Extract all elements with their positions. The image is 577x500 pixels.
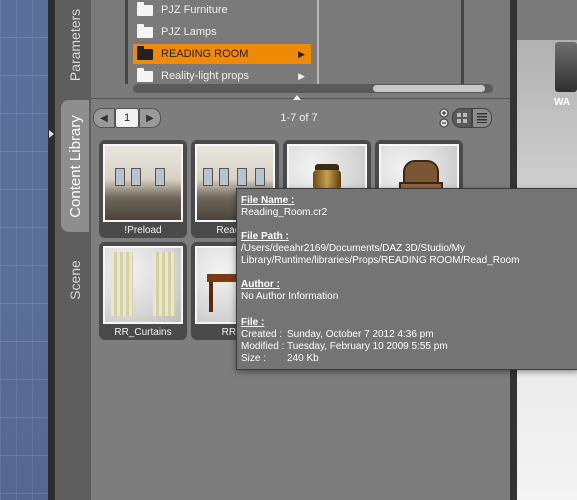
folder-item[interactable]: PJZ Furniture	[133, 0, 311, 20]
vertical-tab-strip: Parameters Content Library Scene	[55, 0, 91, 500]
tab-scene[interactable]: Scene	[61, 240, 89, 320]
modified-value: Tuesday, February 10 2009 5:55 pm	[287, 341, 448, 352]
created-key: Created :	[241, 329, 283, 340]
next-page-button[interactable]: ▶	[139, 108, 161, 128]
previous-page-button[interactable]: ◀	[93, 108, 115, 128]
page-number-field[interactable]: 1	[115, 108, 139, 128]
thumbnail-caption: RR_Curtains	[114, 327, 172, 338]
list-view-icon	[477, 113, 487, 123]
file-path-heading: File Path :	[241, 231, 289, 242]
folder-tree[interactable]: PJZ Furniture PJZ Lamps READING ROOM ▶ R…	[91, 0, 510, 99]
list-view-button[interactable]	[472, 108, 492, 128]
folder-icon	[137, 1, 153, 16]
viewport-3d[interactable]	[0, 0, 48, 500]
file-name-value: Reading_Room.cr2	[241, 207, 328, 218]
thumbnail-caption: !Preload	[124, 225, 162, 236]
pane-splitter[interactable]	[48, 0, 55, 500]
grid-view-icon	[457, 113, 467, 123]
tree-horizontal-scrollbar[interactable]	[133, 84, 493, 93]
folder-item[interactable]: PJZ Lamps	[133, 22, 311, 42]
thumbnail-image	[103, 246, 183, 324]
tree-column-divider	[461, 0, 464, 84]
folder-label: Reality-light props	[161, 70, 250, 82]
folder-open-icon	[137, 45, 153, 60]
folder-label: PJZ Furniture	[161, 4, 228, 16]
zoom-plus-minus-icon[interactable]	[439, 108, 449, 128]
file-path-line: /Users/deeahr2169/Documents/DAZ 3D/Studi…	[241, 243, 465, 254]
folder-label: PJZ Lamps	[161, 26, 217, 38]
tree-column-divider	[317, 0, 319, 84]
tab-parameters[interactable]: Parameters	[61, 0, 89, 90]
chevron-right-icon: ▶	[146, 112, 154, 124]
item-count-label: 1-7 of 7	[280, 112, 318, 124]
created-row: Created : Sunday, October 7 2012 4:36 pm	[241, 329, 448, 341]
splitter-handle-icon[interactable]	[293, 95, 301, 100]
size-key: Size :	[241, 353, 267, 364]
chevron-left-icon: ◀	[100, 112, 108, 124]
file-info-tooltip: File Name : Reading_Room.cr2 File Path :…	[236, 188, 577, 370]
thumbnail-image	[103, 144, 183, 222]
modified-key: Modified :	[241, 341, 285, 352]
author-heading: Author :	[241, 279, 280, 290]
folder-icon	[137, 23, 153, 38]
tab-content-library[interactable]: Content Library	[61, 100, 89, 232]
folder-icon	[137, 67, 153, 82]
grid-view-button[interactable]	[452, 108, 472, 128]
size-value: 240 Kb	[287, 353, 319, 364]
created-value: Sunday, October 7 2012 4:36 pm	[287, 329, 434, 340]
modified-row: Modified : Tuesday, February 10 2009 5:5…	[241, 341, 448, 353]
folder-label: READING ROOM	[161, 48, 249, 60]
author-value: No Author Information	[241, 291, 339, 302]
scrollbar-thumb[interactable]	[373, 85, 485, 92]
hard-drive-icon[interactable]	[555, 42, 577, 92]
file-heading: File :	[241, 317, 265, 328]
desktop-background-top	[517, 0, 577, 40]
chevron-right-icon: ▶	[298, 70, 305, 81]
content-thumbnail[interactable]: RR_Curtains	[99, 242, 187, 340]
folder-item-selected[interactable]: READING ROOM ▶	[133, 44, 311, 64]
folder-item[interactable]: Reality-light props ▶	[133, 66, 311, 86]
file-path-line: Library/Runtime/libraries/Props/READING …	[241, 255, 520, 266]
collapse-arrow-icon[interactable]	[49, 130, 54, 138]
drive-label: WA	[554, 97, 571, 108]
chevron-right-icon: ▶	[298, 48, 305, 59]
library-toolbar: ◀ 1 ▶ 1-7 of 7	[91, 104, 510, 132]
file-name-heading: File Name :	[241, 195, 295, 206]
content-thumbnail[interactable]: !Preload	[99, 140, 187, 238]
tree-column-divider	[125, 0, 128, 84]
size-row: Size : 240 Kb	[241, 353, 448, 365]
